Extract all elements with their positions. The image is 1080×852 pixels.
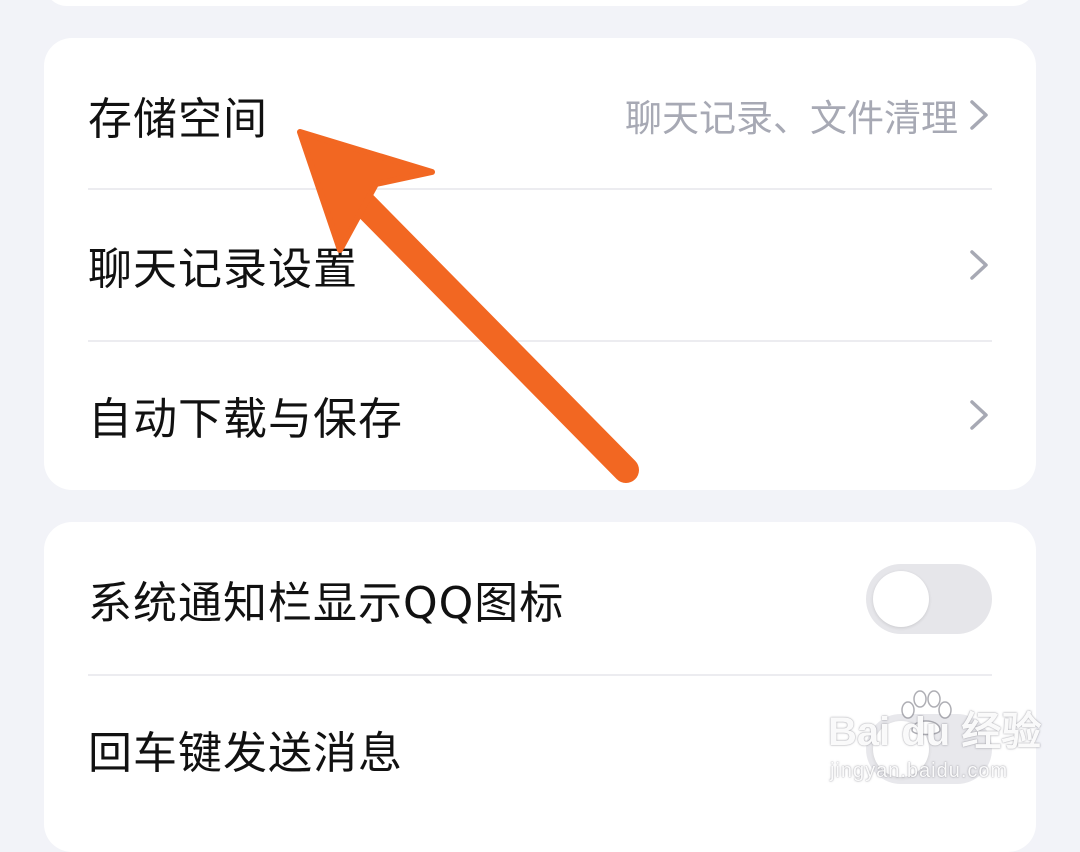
toggle-knob <box>873 571 929 627</box>
notification-icon-right <box>866 564 992 634</box>
auto-download-save-row[interactable]: 自动下载与保存 <box>44 340 1036 490</box>
storage-right: 聊天记录、文件清理 <box>625 88 992 142</box>
notification-icon-toggle[interactable] <box>866 564 992 634</box>
notification-icon-label: 系统通知栏显示QQ图标 <box>88 578 565 629</box>
notification-icon-row: 系统通知栏显示QQ图标 <box>44 524 1036 674</box>
storage-label: 存储空间 <box>88 94 268 145</box>
storage-hint: 聊天记录、文件清理 <box>625 97 958 140</box>
chat-history-right <box>966 246 992 284</box>
settings-card-notifications: 系统通知栏显示QQ图标 回车键发送消息 <box>44 522 1036 852</box>
settings-card-storage: 存储空间 聊天记录、文件清理 聊天记录设置 自动下载与保存 <box>44 38 1036 490</box>
chevron-right-icon <box>970 100 988 130</box>
chevron-right-icon <box>970 250 988 280</box>
watermark-logo: Bai du 经验 <box>828 710 1042 754</box>
auto-download-save-label: 自动下载与保存 <box>88 394 403 445</box>
storage-row[interactable]: 存储空间 聊天记录、文件清理 <box>44 40 1036 190</box>
chat-history-settings-row[interactable]: 聊天记录设置 <box>44 190 1036 340</box>
settings-card-previous <box>44 0 1036 6</box>
chevron-right-icon <box>970 400 988 430</box>
baidu-jingyan-watermark: Bai du 经验 jingyan.baidu.com <box>828 690 1041 790</box>
watermark-url: jingyan.baidu.com <box>830 760 1009 782</box>
chat-history-settings-label: 聊天记录设置 <box>88 244 358 295</box>
auto-download-right <box>966 396 992 434</box>
